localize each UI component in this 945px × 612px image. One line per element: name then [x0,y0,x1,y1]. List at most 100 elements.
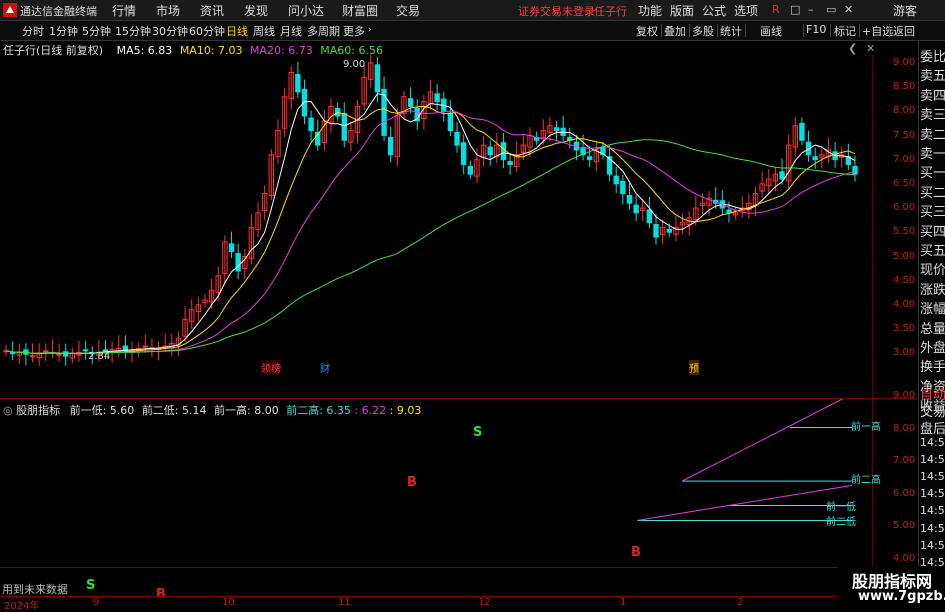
tool-overlay[interactable]: 叠加 [664,23,686,39]
candle-body [62,351,69,357]
main-y-tick: 7.00 [893,153,916,165]
r-icon[interactable]: R [772,3,780,16]
quote-field-label[interactable]: 涨跌 [920,279,945,298]
collapse-icon[interactable]: ❮ [848,42,857,55]
watermark: 股朋指标网 www.7gpzb.com [838,566,945,609]
period-60min[interactable]: 60分钟 [189,23,225,39]
panel-mode-label[interactable]: 交易 [920,401,945,420]
period-15min[interactable]: 15分钟 [115,23,151,39]
login-notice[interactable]: 证券交易未登录 [518,3,595,19]
maximize-icon[interactable]: ▭ [826,3,836,16]
date-axis: 2024年 9 10 11 12 1 2 [0,596,918,612]
period-1min[interactable]: 1分钟 [49,23,78,39]
menu-item-discover[interactable]: 发现 [244,2,268,19]
menu-item-layout[interactable]: 版面 [670,2,694,19]
quote-field-label[interactable]: 总量 [920,318,945,337]
ma60-line [5,139,856,354]
indicator-chart[interactable] [0,399,918,567]
indicator-y-tick: 9.00 [893,390,916,401]
quote-field-label[interactable]: 涨幅 [920,298,945,317]
leaderboard-marker[interactable]: 领榜 [261,360,281,375]
menu-item-ask[interactable]: 问小达 [288,2,324,19]
tick-time-label[interactable]: 14:56 [920,436,945,449]
quote-field-label[interactable]: 卖五 [920,65,945,84]
menu-item-markets[interactable]: 市场 [156,2,180,19]
candle-body [560,127,566,136]
candle-body [500,142,507,161]
menu-item-trade[interactable]: 交易 [396,2,420,19]
close-panel-icon[interactable]: ✕ [866,42,875,55]
menu-item-formula[interactable]: 公式 [702,2,726,19]
menu-item-news[interactable]: 资讯 [200,2,224,19]
period-multi[interactable]: 多周期 [307,23,340,39]
panel-mode-label[interactable]: 盘后 [920,418,945,437]
current-stock-name: 任子行 [594,5,627,18]
quote-field-label[interactable]: 委比 [920,46,945,65]
quote-field-label[interactable]: 买三 [920,201,945,220]
close-icon[interactable]: ✕ [844,3,853,16]
quote-field-label[interactable]: 卖三 [920,104,945,123]
period-weekly[interactable]: 周线 [253,23,275,39]
quote-field-label[interactable]: 买一 [920,162,945,181]
finance-marker[interactable]: 财 [320,360,330,375]
period-more[interactable]: 更多 [343,23,365,39]
bottom-buy-signal: B [156,587,166,596]
candle-body [295,73,301,93]
main-y-tick: 6.50 [893,178,916,189]
period-5min[interactable]: 5分钟 [82,23,111,39]
tick-time-label[interactable]: 14:56 [920,522,945,535]
tool-adjust[interactable]: 复权 [636,23,658,39]
menu-item-function[interactable]: 功能 [638,2,662,19]
candle-body [454,132,460,146]
quote-field-label[interactable]: 买四 [920,221,945,240]
tool-stats[interactable]: 统计 [720,23,742,39]
main-y-tick: 8.50 [893,81,916,93]
candle-body [228,243,235,253]
tool-mark[interactable]: 标记 [834,23,856,39]
tick-time-label[interactable]: 14:56 [920,470,945,483]
menu-item-market[interactable]: 行情 [112,2,136,19]
main-y-tick: 4.00 [893,299,916,310]
tool-multi-stock[interactable]: 多股 [692,23,714,39]
menu-item-wealth[interactable]: 财富圈 [342,2,378,19]
tick-time-label[interactable]: 14:56 [920,453,945,466]
candle-body [613,175,619,185]
candle-body [646,209,653,224]
candle-body [460,142,467,165]
panel-mode-label[interactable]: 自动 [920,384,945,403]
guest-label[interactable]: 游客 [893,2,917,19]
period-daily[interactable]: 日线 [226,23,248,39]
candle-body [388,136,394,156]
menu-item-options[interactable]: 选项 [734,2,758,19]
period-timeshare[interactable]: 分时 [22,23,44,39]
quote-field-label[interactable]: 买五 [920,240,945,259]
main-y-tick: 8.00 [893,105,916,117]
tick-time-label[interactable]: 14:56 [920,539,945,552]
date-axis-year: 2024年 [4,601,40,612]
quote-field-label[interactable]: 卖一 [920,143,945,162]
main-y-tick: 3.50 [893,323,916,335]
quote-field-label[interactable]: 外盘 [920,337,945,356]
minimize-icon[interactable]: – [808,3,814,16]
tool-back[interactable]: 返回 [893,23,915,39]
quote-field-label[interactable]: 卖二 [920,124,945,143]
quote-field-label[interactable]: 换手 [920,356,945,375]
period-monthly[interactable]: 月线 [280,23,302,39]
period-toolbar: 分时 1分钟 5分钟 15分钟 30分钟 60分钟 日线 周线 月线 多周期 更… [0,21,945,41]
more-chevron-icon[interactable]: › [368,25,372,35]
tick-time-label[interactable]: 14:56 [920,487,945,500]
tool-draw[interactable]: 画线 [760,23,782,39]
tick-time-label[interactable]: 14:56 [920,504,945,517]
candle-body [586,156,593,161]
window-icon[interactable]: □ [790,3,800,16]
period-30min[interactable]: 30分钟 [152,23,188,39]
quote-field-label[interactable]: 买二 [920,182,945,201]
forecast-marker[interactable]: 预 [689,360,699,375]
candlestick-chart[interactable] [0,55,918,398]
tool-f10[interactable]: F10 [806,23,826,36]
app-title: 通达信金融终端 [20,5,97,18]
quote-field-label[interactable]: 卖四 [920,85,945,104]
quote-field-label[interactable]: 现价 [920,259,945,278]
candle-body [43,350,49,353]
app-logo-icon [3,3,17,17]
